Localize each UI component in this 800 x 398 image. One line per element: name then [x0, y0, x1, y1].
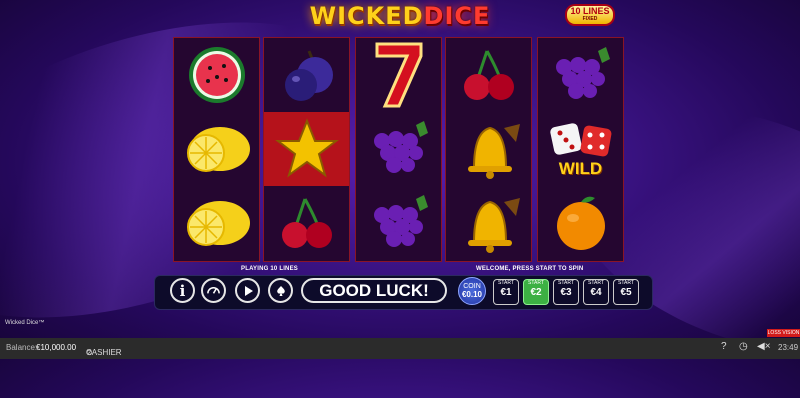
symbol-seven: [356, 38, 441, 112]
logo-word-wicked: WICKED: [309, 2, 424, 30]
gamble-button[interactable]: [268, 278, 293, 303]
stake-label: START: [498, 280, 514, 286]
welcome-message: WELCOME, PRESS START TO SPIN: [476, 266, 584, 272]
logo-word-dice: DICE: [423, 2, 491, 30]
symbol-grapes: [538, 38, 623, 112]
stake-label: START: [618, 280, 634, 286]
symbol-grapes: [356, 112, 441, 186]
symbol-cherry: [264, 186, 349, 260]
symbol-bell: [446, 186, 531, 260]
reel-1: [173, 37, 260, 262]
start-stake-3-button[interactable]: START €3: [553, 279, 579, 305]
symbol-star: [264, 112, 349, 186]
stake-value: €2: [530, 287, 542, 298]
symbol-plum: [264, 38, 349, 112]
info-button[interactable]: i: [170, 278, 195, 303]
symbol-lemon: [174, 112, 259, 186]
speedometer-icon: [207, 287, 220, 294]
stake-value: €1: [500, 287, 512, 298]
symbol-grapes: [356, 186, 441, 260]
sound-icon[interactable]: ◀×: [757, 341, 771, 352]
autoplay-button[interactable]: [235, 278, 260, 303]
loss-vision-button[interactable]: LOSS VISION: [767, 329, 800, 337]
symbol-wild-dice: WILD: [538, 112, 623, 186]
cashier-label: CASHIER: [86, 348, 122, 357]
stake-value: €4: [590, 287, 602, 298]
status-bar: Balance: €10,000.00 ⊘ CASHIER ? ◷ ◀× 23:…: [0, 338, 800, 359]
stake-value: €5: [620, 287, 632, 298]
balance-label: Balance:: [6, 343, 38, 352]
stake-value: €3: [560, 287, 572, 298]
help-icon[interactable]: ?: [721, 341, 727, 352]
reel-4: [445, 37, 532, 262]
lines-badge-count: 10 LINES: [570, 6, 610, 16]
symbol-lemon: [174, 186, 259, 260]
start-stake-1-button[interactable]: START €1: [493, 279, 519, 305]
reel-2: [263, 37, 350, 262]
symbol-cherry: [446, 38, 531, 112]
history-icon[interactable]: ◷: [739, 341, 748, 352]
stake-label: START: [558, 280, 574, 286]
control-bar: i GOOD LUCK! COIN €0.10 START €1 START €2 …: [154, 275, 653, 310]
symbol-orange: [538, 186, 623, 260]
lines-badge-sub: FIXED: [582, 16, 598, 22]
stake-label: START: [528, 280, 544, 286]
reel-3: [355, 37, 442, 262]
play-icon: [244, 285, 253, 296]
symbol-bell: [446, 112, 531, 186]
game-logo: WICKEDDICE: [0, 2, 800, 30]
balance-value: €10,000.00: [36, 343, 77, 352]
lines-badge: 10 LINES FIXED: [567, 6, 613, 24]
coin-value-button[interactable]: COIN €0.10: [458, 277, 486, 305]
info-icon: i: [179, 281, 186, 300]
start-stake-4-button[interactable]: START €4: [583, 279, 609, 305]
clock-time: 23:49: [778, 343, 799, 352]
start-stake-2-button[interactable]: START €2: [523, 279, 549, 305]
speed-button[interactable]: [201, 278, 226, 303]
wild-label: WILD: [558, 159, 603, 178]
spade-icon: [276, 285, 285, 296]
lines-message: PLAYING 10 LINES: [241, 266, 298, 272]
coin-value: €0.10: [461, 290, 483, 299]
symbol-watermelon: [174, 38, 259, 112]
game-name: Wicked Dice™: [5, 320, 45, 326]
start-stake-5-button[interactable]: START €5: [613, 279, 639, 305]
stake-label: START: [588, 280, 604, 286]
good-luck-display: GOOD LUCK!: [301, 278, 447, 303]
coin-label: COIN: [463, 283, 481, 290]
reel-5: WILD: [537, 37, 624, 262]
